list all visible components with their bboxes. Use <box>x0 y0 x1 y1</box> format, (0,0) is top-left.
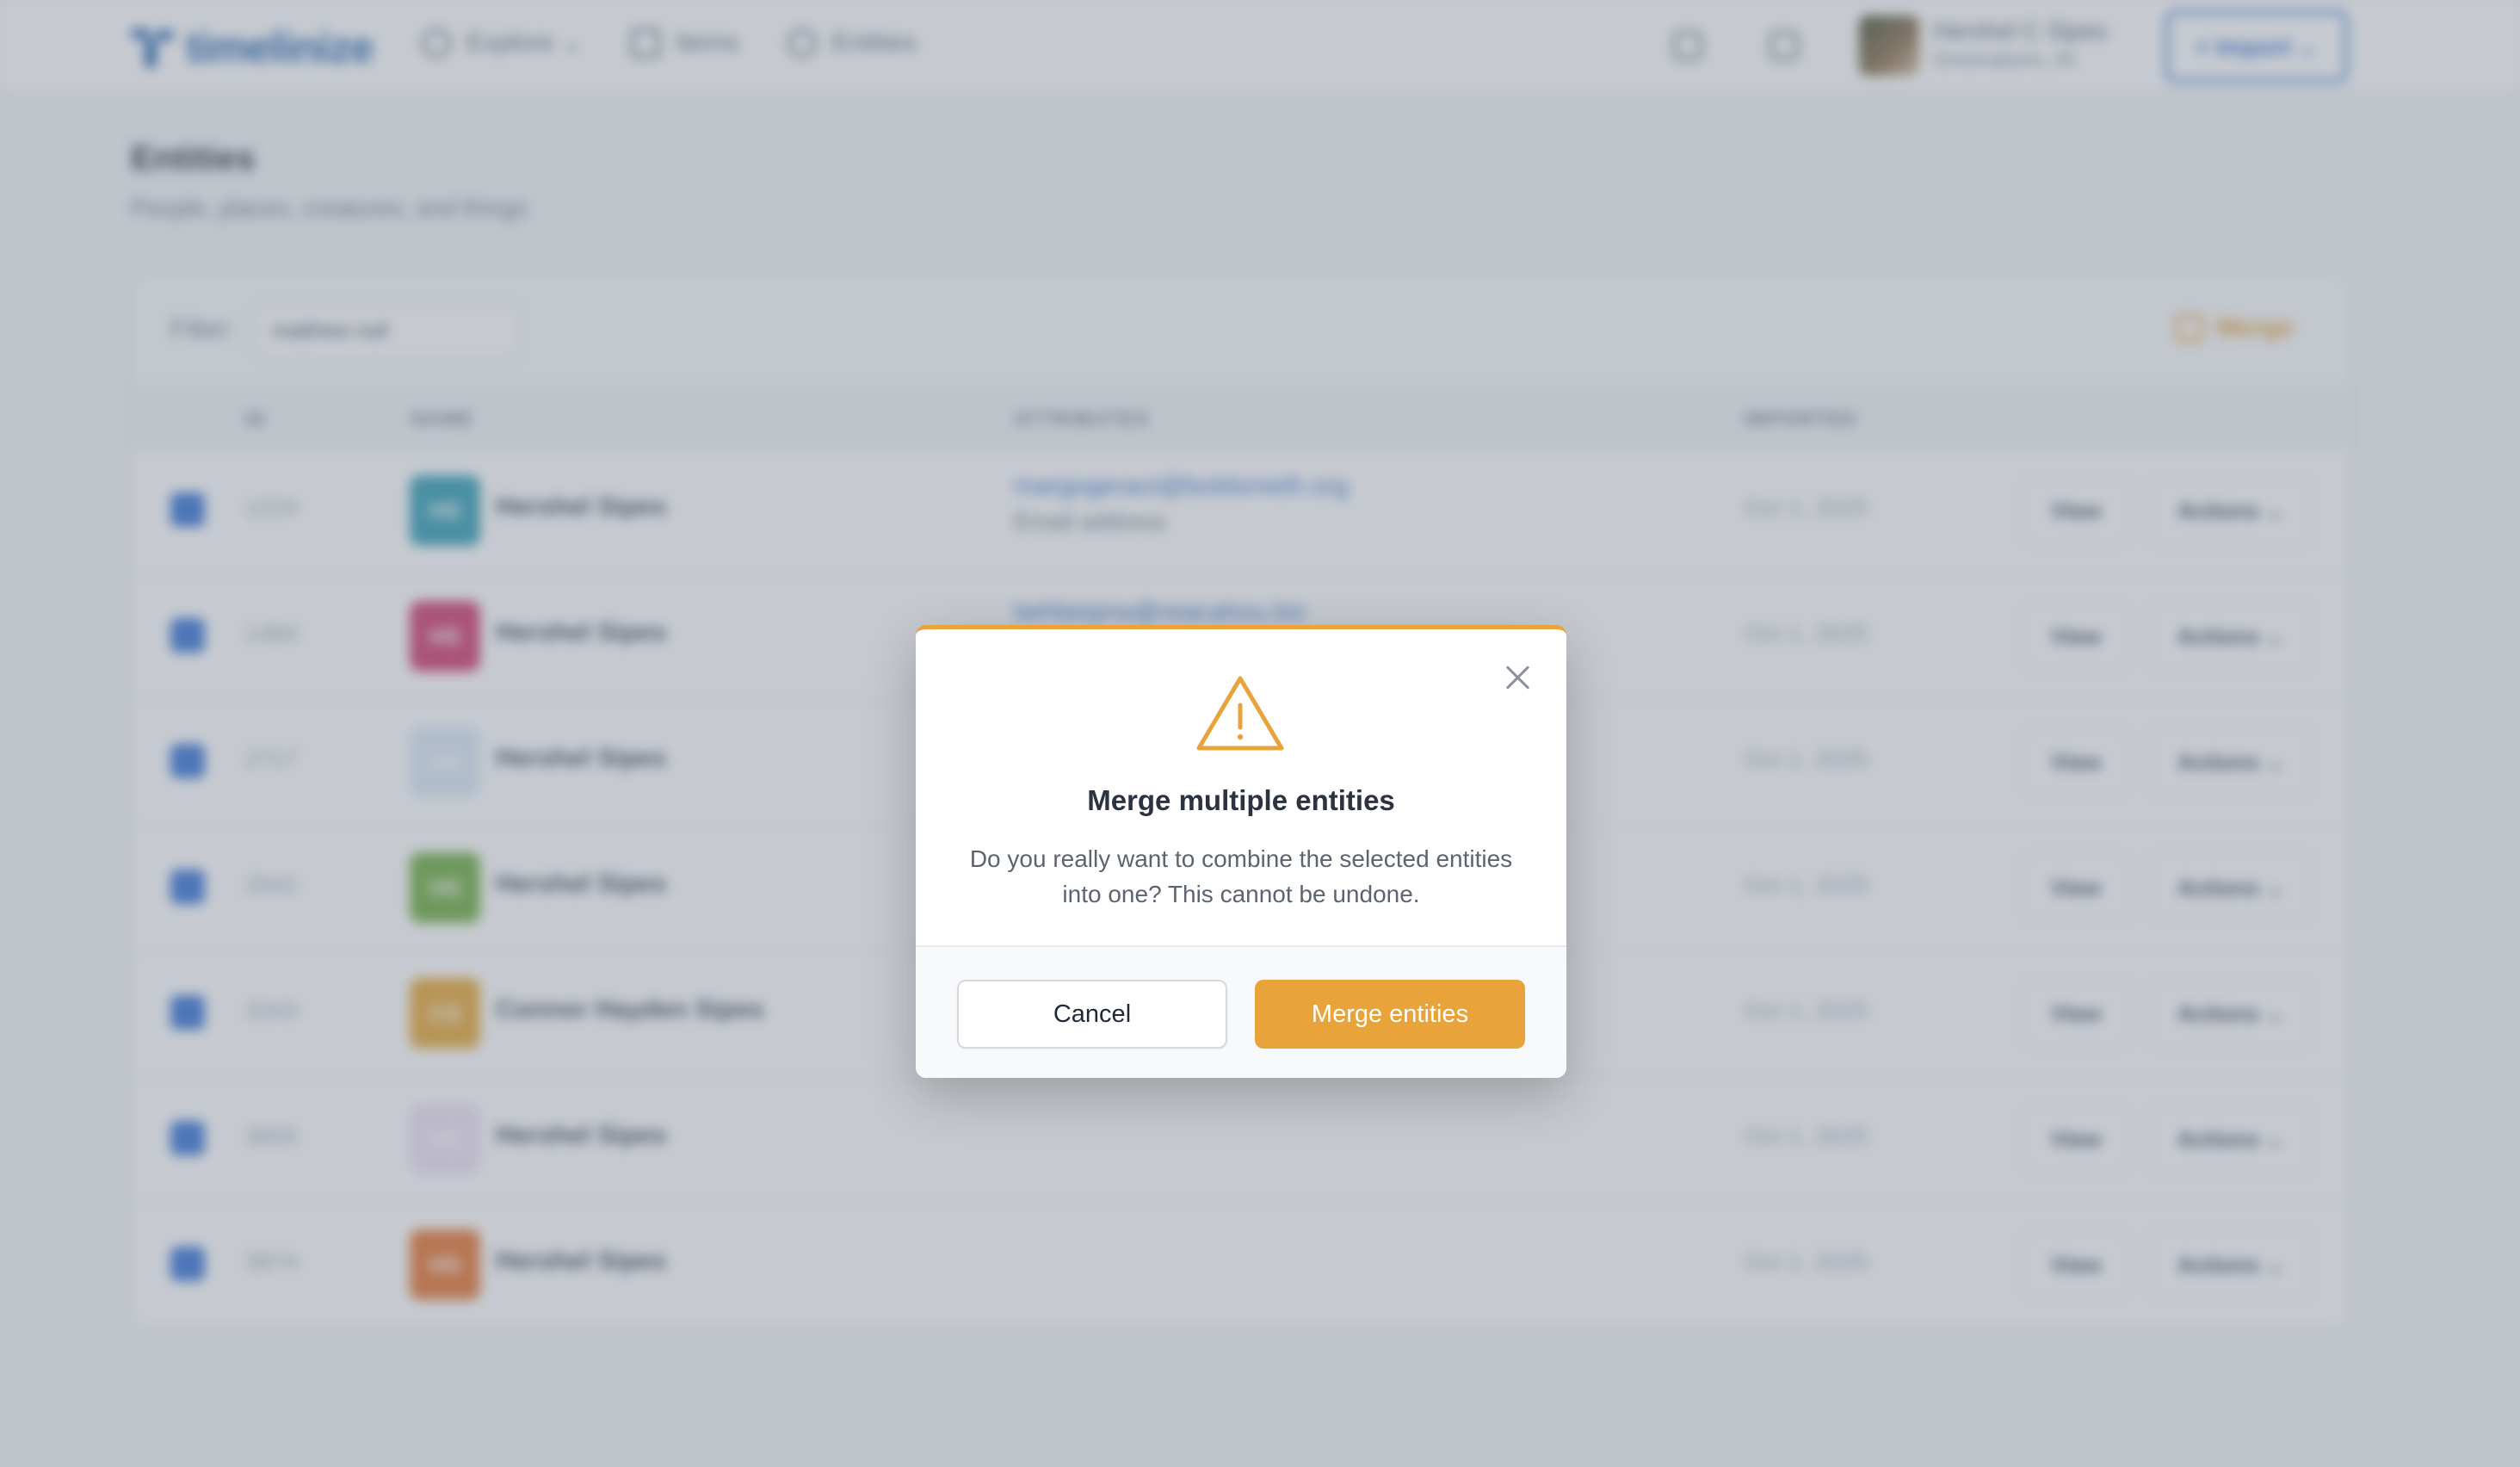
dialog-footer: Cancel Merge entities <box>916 945 1566 1078</box>
warning-triangle-icon <box>1196 676 1284 751</box>
close-icon[interactable] <box>1503 662 1534 693</box>
cancel-button[interactable]: Cancel <box>957 980 1227 1049</box>
dialog-message: Do you really want to combine the select… <box>969 845 1513 907</box>
merge-dialog: Merge multiple entities Do you really wa… <box>916 625 1566 1078</box>
merge-entities-button[interactable]: Merge entities <box>1255 980 1525 1049</box>
dialog-title: Merge multiple entities <box>1087 784 1395 816</box>
